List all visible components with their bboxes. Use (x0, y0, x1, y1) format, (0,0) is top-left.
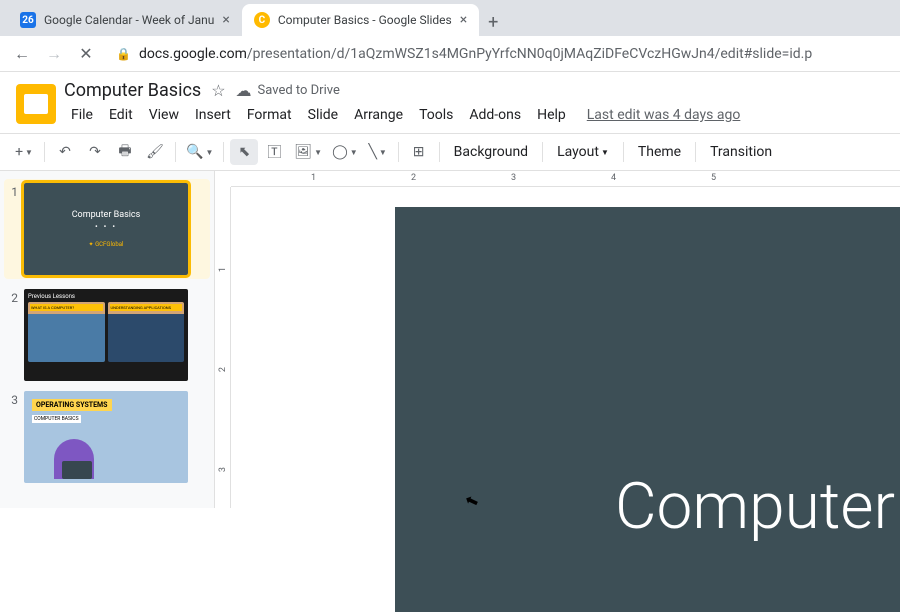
separator (44, 142, 45, 162)
print-button[interactable]: 🖶 (111, 139, 139, 165)
browser-tab-slides[interactable]: C Computer Basics - Google Slides × (242, 4, 479, 36)
thumbnail-preview[interactable]: OPERATING SYSTEMS COMPUTER BASICS (24, 391, 188, 483)
new-tab-button[interactable]: + (479, 8, 507, 36)
separator (439, 142, 440, 162)
textbox-tool[interactable]: 🅃 (260, 139, 288, 165)
select-tool[interactable]: ⬉ (230, 139, 258, 165)
thumbnail-preview[interactable]: Computer Basics • • • ✦ GCFGlobal (24, 183, 188, 275)
forward-button[interactable]: → (40, 40, 68, 68)
cloud-icon: ☁ (236, 81, 252, 100)
separator (398, 142, 399, 162)
paint-format-button[interactable]: 🖌 (141, 139, 169, 165)
menu-insert[interactable]: Insert (188, 103, 238, 127)
close-icon[interactable]: × (222, 12, 229, 28)
slides-favicon: C (254, 12, 270, 28)
calendar-favicon: 26 (20, 12, 36, 28)
separator (223, 142, 224, 162)
vertical-ruler[interactable]: 1 2 3 (215, 187, 231, 508)
menu-file[interactable]: File (64, 103, 100, 127)
address-bar: ← → ✕ 🔒 docs.google.com/presentation/d/1… (0, 36, 900, 72)
theme-button[interactable]: Theme (630, 139, 689, 165)
browser-tab-calendar[interactable]: 26 Google Calendar - Week of Janu × (8, 4, 242, 36)
back-button[interactable]: ← (8, 40, 36, 68)
menu-help[interactable]: Help (530, 103, 573, 127)
url-domain: docs.google.com (139, 46, 247, 62)
close-icon[interactable]: × (460, 12, 467, 28)
slides-logo-icon[interactable] (16, 84, 56, 124)
url-input[interactable]: 🔒 docs.google.com/presentation/d/1aQzmWS… (104, 46, 892, 62)
undo-button[interactable]: ↶ (51, 139, 79, 165)
slide-title-text[interactable]: Computer (615, 469, 895, 544)
menu-bar: File Edit View Insert Format Slide Arran… (64, 103, 884, 127)
zoom-button[interactable]: 🔍▼ (182, 139, 217, 165)
menu-format[interactable]: Format (240, 103, 299, 127)
image-tool[interactable]: 🖼▼ (290, 139, 326, 165)
slide-thumbnail-3[interactable]: 3 OPERATING SYSTEMS COMPUTER BASICS (4, 391, 210, 483)
document-title[interactable]: Computer Basics (64, 80, 201, 101)
transition-button[interactable]: Transition (702, 139, 780, 165)
slide-thumbnail-1[interactable]: 1 Computer Basics • • • ✦ GCFGlobal (4, 179, 210, 279)
separator (695, 142, 696, 162)
app-header: Computer Basics ☆ ☁ Saved to Drive File … (0, 72, 900, 127)
lock-icon: 🔒 (116, 47, 131, 61)
horizontal-ruler[interactable]: 1 2 3 4 5 (231, 171, 900, 187)
separator (175, 142, 176, 162)
menu-slide[interactable]: Slide (301, 103, 345, 127)
new-slide-button[interactable]: +▼ (10, 139, 38, 165)
menu-tools[interactable]: Tools (412, 103, 460, 127)
stop-button[interactable]: ✕ (72, 40, 100, 68)
tab-title: Computer Basics - Google Slides (278, 13, 452, 27)
slide-thumbnail-2[interactable]: 2 Previous Lessons WHAT IS A COMPUTER? U… (4, 289, 210, 381)
url-path: /presentation/d/1aQzmWSZ1s4MGnPyYrfcNN0q… (247, 46, 812, 62)
save-status[interactable]: ☁ Saved to Drive (236, 81, 340, 100)
background-button[interactable]: Background (446, 139, 536, 165)
separator (542, 142, 543, 162)
shape-tool[interactable]: ◯▼ (328, 139, 362, 165)
redo-button[interactable]: ↷ (81, 139, 109, 165)
layout-button[interactable]: Layout▼ (549, 139, 617, 165)
slide-number: 3 (4, 391, 18, 483)
comment-button[interactable]: ⊞ (405, 139, 433, 165)
menu-view[interactable]: View (142, 103, 186, 127)
menu-edit[interactable]: Edit (102, 103, 140, 127)
slide-number: 1 (4, 183, 18, 275)
filmstrip[interactable]: 1 Computer Basics • • • ✦ GCFGlobal 2 Pr… (0, 171, 215, 508)
slide-number: 2 (4, 289, 18, 381)
slide-canvas[interactable]: Computer • • • (395, 207, 900, 612)
browser-tab-strip: 26 Google Calendar - Week of Janu × C Co… (0, 0, 900, 36)
menu-arrange[interactable]: Arrange (347, 103, 410, 127)
line-tool[interactable]: ╲▼ (364, 139, 392, 165)
menu-addons[interactable]: Add-ons (462, 103, 528, 127)
tab-title: Google Calendar - Week of Janu (44, 13, 214, 27)
main-area: 1 Computer Basics • • • ✦ GCFGlobal 2 Pr… (0, 171, 900, 508)
toolbar: +▼ ↶ ↷ 🖶 🖌 🔍▼ ⬉ 🅃 🖼▼ ◯▼ ╲▼ ⊞ Background … (0, 133, 900, 171)
separator (623, 142, 624, 162)
thumbnail-preview[interactable]: Previous Lessons WHAT IS A COMPUTER? UND… (24, 289, 188, 381)
star-icon[interactable]: ☆ (211, 81, 225, 100)
canvas-area: 1 2 3 4 5 1 2 3 Computer • • • ⬉ (215, 171, 900, 508)
last-edit-link[interactable]: Last edit was 4 days ago (587, 103, 741, 127)
